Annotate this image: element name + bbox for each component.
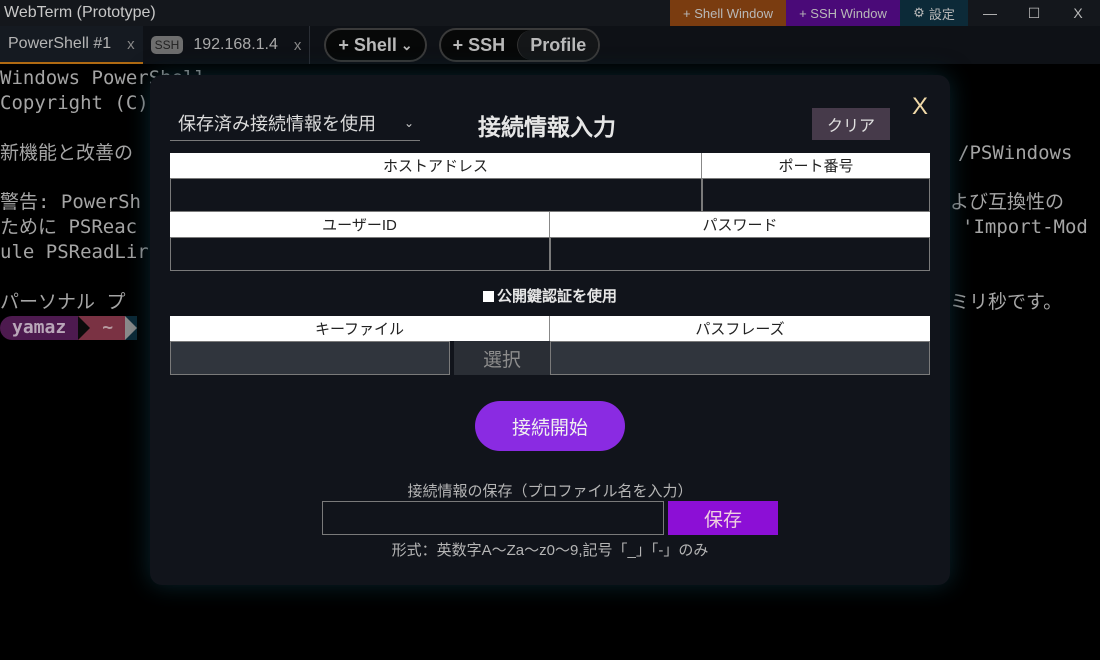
- tab-bar: PowerShell #1 x SSH 192.168.1.4 x + Shel…: [0, 26, 1100, 64]
- saved-connection-select[interactable]: 保存済み接続情報を使用 ⌄: [170, 105, 420, 141]
- tab-close-button[interactable]: x: [127, 36, 135, 53]
- profile-name-input[interactable]: [322, 501, 664, 535]
- terminal-line: パーソナル プ: [0, 291, 126, 313]
- chevron-down-icon: ⌄: [400, 36, 413, 53]
- shell-prompt: yamaz ~: [0, 316, 138, 340]
- tab-label: 192.168.1.4: [193, 36, 278, 53]
- host-input[interactable]: [170, 178, 702, 212]
- select-keyfile-button[interactable]: 選択: [454, 341, 550, 375]
- terminal-line-fragment: よび互換性の: [950, 191, 1065, 213]
- terminal-line: 警告: PowerSh: [0, 191, 141, 213]
- minimize-button[interactable]: —: [968, 0, 1012, 26]
- prompt-directory: ~: [90, 316, 126, 340]
- gear-icon: ⚙: [913, 5, 925, 20]
- user-id-input[interactable]: [170, 237, 550, 271]
- pubkey-label: 公開鍵認証を使用: [496, 288, 617, 305]
- tab-label: PowerShell #1: [8, 35, 112, 52]
- password-label: パスワード: [550, 212, 930, 237]
- terminal-line: 新機能と改善の: [0, 142, 134, 164]
- terminal-line-fragment: /PSWindows: [958, 142, 1073, 164]
- terminal-line: ために PSReac: [0, 216, 138, 238]
- save-profile-button[interactable]: 保存: [668, 501, 778, 535]
- tab-divider: [309, 26, 311, 64]
- add-shell-button[interactable]: + Shell ⌄: [326, 30, 424, 60]
- passphrase-label: パスフレーズ: [550, 316, 930, 341]
- terminal-line-fragment: ミリ秒です。: [950, 291, 1063, 313]
- dialog-close-button[interactable]: X: [912, 93, 928, 121]
- maximize-button[interactable]: ☐: [1012, 0, 1056, 26]
- password-input[interactable]: [550, 237, 930, 271]
- user-id-label: ユーザーID: [170, 212, 550, 237]
- ssh-badge: SSH: [150, 36, 184, 54]
- saved-connection-label: 保存済み接続情報を使用: [178, 113, 376, 134]
- keyfile-input[interactable]: [170, 341, 450, 375]
- connection-dialog: 保存済み接続情報を使用 ⌄ 接続情報入力 クリア X ホストアドレス ポート番号…: [150, 75, 950, 585]
- prompt-separator-icon: [125, 316, 138, 340]
- title-bar: WebTerm (Prototype) + Shell Window + SSH…: [0, 0, 1100, 26]
- tab-ssh-192-168-1-4[interactable]: SSH 192.168.1.4 x: [143, 26, 310, 64]
- dialog-title: 接続情報入力: [478, 114, 616, 140]
- new-ssh-window-button[interactable]: + SSH Window: [786, 0, 900, 26]
- terminal-line: ule PSReadLir: [0, 241, 149, 263]
- add-shell-group: + Shell ⌄: [324, 28, 427, 62]
- keyfile-label: キーファイル: [170, 316, 550, 341]
- chevron-down-icon: ⌄: [403, 115, 414, 130]
- prompt-separator-icon: [78, 316, 91, 340]
- app-title: WebTerm (Prototype): [4, 4, 156, 21]
- tab-close-button[interactable]: x: [294, 37, 302, 54]
- profile-button[interactable]: Profile: [517, 30, 599, 60]
- pubkey-auth-toggle[interactable]: 公開鍵認証を使用: [150, 285, 950, 306]
- profile-name-format-hint: 形式：英数字A～Za～z0～9,記号「_」「-」のみ: [391, 542, 709, 559]
- port-input[interactable]: [702, 178, 930, 212]
- prompt-user: yamaz: [0, 316, 79, 340]
- connect-button[interactable]: 接続開始: [475, 401, 625, 451]
- tab-powershell-1[interactable]: PowerShell #1 x: [0, 26, 143, 64]
- terminal-line-fragment: 'Import-Mod: [962, 216, 1088, 238]
- host-label: ホストアドレス: [170, 153, 702, 178]
- save-profile-label: 接続情報の保存（プロファイル名を入力）: [407, 483, 693, 500]
- settings-button[interactable]: ⚙ 設定: [900, 0, 968, 26]
- ssh-group: + SSH Profile: [438, 28, 601, 62]
- clear-button[interactable]: クリア: [812, 108, 890, 140]
- port-label: ポート番号: [702, 153, 930, 178]
- terminal-line: Copyright (C): [0, 92, 149, 114]
- window-close-button[interactable]: X: [1056, 0, 1100, 26]
- add-ssh-button[interactable]: + SSH: [441, 30, 518, 60]
- add-shell-label: + Shell: [338, 34, 397, 55]
- pubkey-checkbox[interactable]: [482, 291, 494, 302]
- new-shell-window-button[interactable]: + Shell Window: [670, 0, 786, 26]
- settings-label: 設定: [928, 6, 955, 22]
- passphrase-input[interactable]: [550, 341, 930, 375]
